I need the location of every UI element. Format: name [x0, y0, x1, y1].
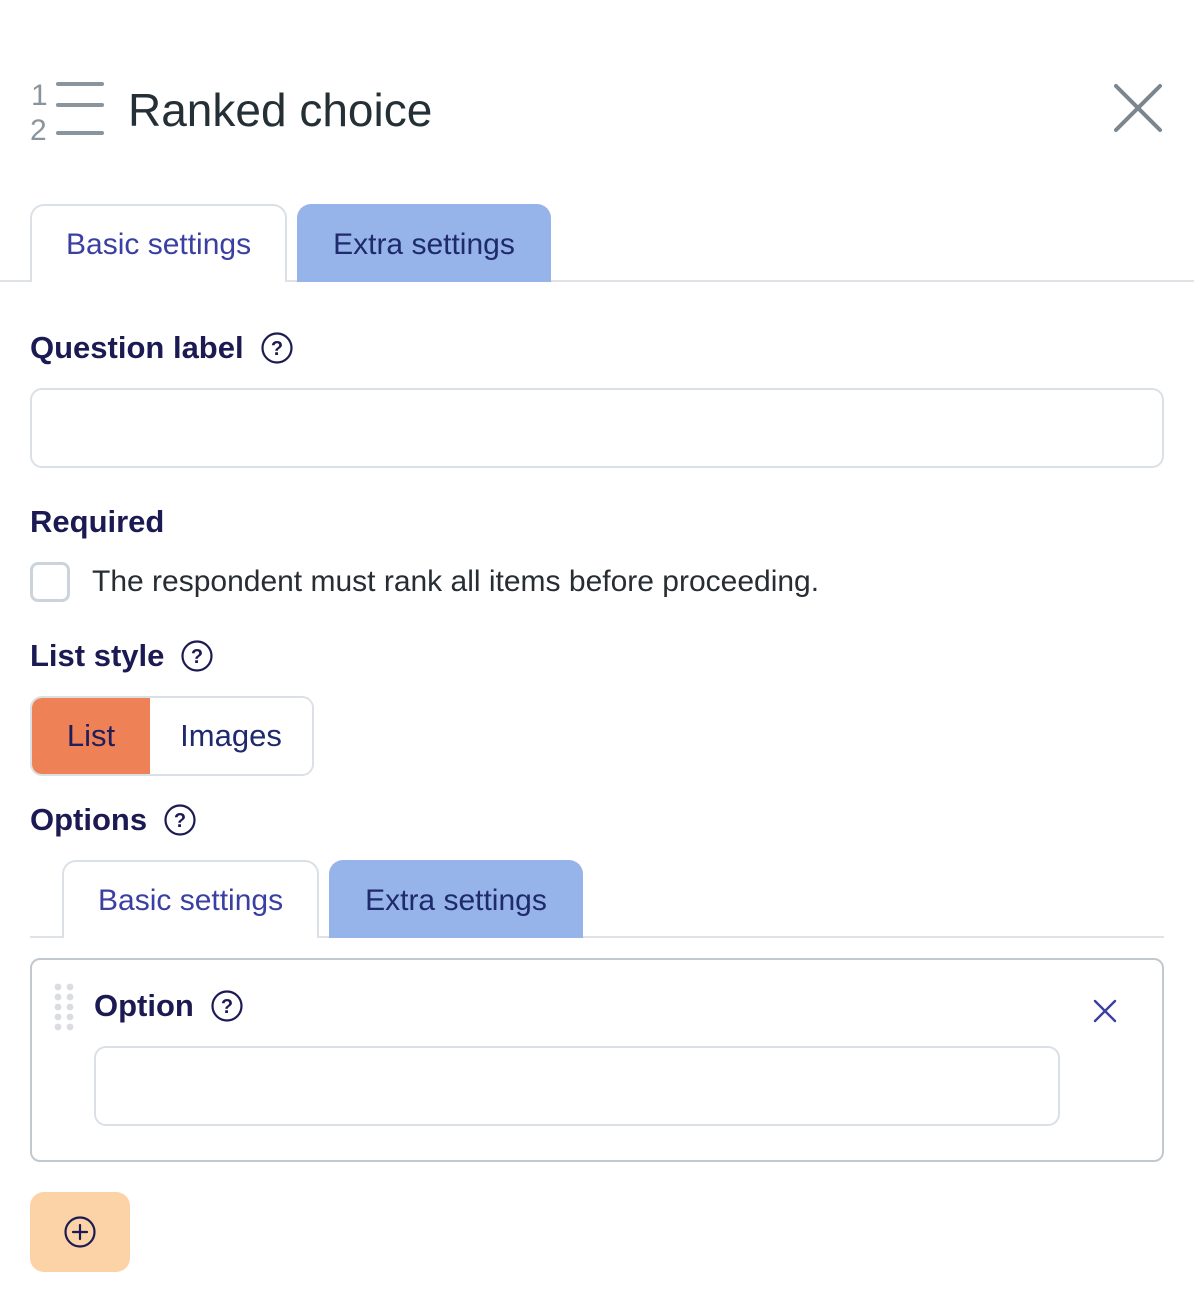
help-icon[interactable]: ?: [210, 989, 244, 1023]
options-settings-tabs: Basic settings Extra settings: [62, 860, 593, 938]
tab-basic-settings[interactable]: Basic settings: [30, 204, 288, 282]
option-label-text: Option: [94, 988, 194, 1023]
list-style-heading: List style ?: [30, 638, 214, 674]
required-checkbox[interactable]: [30, 562, 70, 602]
required-heading: Required: [30, 504, 165, 539]
tab-extra-settings[interactable]: Extra settings: [297, 204, 551, 282]
help-icon[interactable]: ?: [180, 639, 214, 673]
add-option-button[interactable]: [30, 1192, 130, 1272]
required-checkbox-label: The respondent must rank all items befor…: [92, 565, 820, 598]
options-text: Options: [30, 802, 148, 837]
svg-text:?: ?: [174, 810, 186, 832]
option-heading: Option ?: [94, 988, 244, 1024]
required-row: The respondent must rank all items befor…: [30, 562, 819, 602]
svg-text:?: ?: [191, 646, 203, 668]
drag-handle-icon[interactable]: [52, 982, 76, 1032]
svg-text:2: 2: [30, 114, 47, 142]
settings-tabs: Basic settings Extra settings: [30, 204, 561, 282]
question-label-input[interactable]: [30, 388, 1164, 468]
option-input[interactable]: [94, 1046, 1060, 1126]
close-button[interactable]: [1112, 82, 1164, 134]
close-icon: [1114, 84, 1162, 132]
options-heading: Options ?: [30, 802, 197, 838]
svg-text:?: ?: [271, 338, 283, 360]
question-label-text: Question label: [30, 330, 244, 365]
remove-option-button[interactable]: [1092, 998, 1118, 1024]
list-style-text: List style: [30, 638, 165, 673]
help-icon[interactable]: ?: [260, 331, 294, 365]
panel-header: 1 2 Ranked choice: [30, 76, 1164, 146]
panel-title: Ranked choice: [128, 84, 433, 136]
list-style-images-button[interactable]: Images: [150, 698, 312, 774]
svg-text:1: 1: [31, 79, 48, 112]
help-icon[interactable]: ?: [163, 803, 197, 837]
option-card: Option ?: [30, 958, 1164, 1162]
svg-text:?: ?: [221, 996, 233, 1018]
close-icon: [1093, 999, 1117, 1023]
options-tab-basic-settings[interactable]: Basic settings: [62, 860, 320, 938]
list-style-toggle: List Images: [30, 696, 314, 776]
list-style-list-button[interactable]: List: [32, 698, 150, 774]
question-label-heading: Question label ?: [30, 330, 294, 366]
numbered-list-icon: 1 2: [30, 79, 104, 142]
options-tab-extra-settings[interactable]: Extra settings: [329, 860, 583, 938]
plus-circle-icon: [64, 1216, 96, 1248]
ranked-choice-panel: 1 2 Ranked choice Basic settings Extra s…: [0, 0, 1194, 1314]
